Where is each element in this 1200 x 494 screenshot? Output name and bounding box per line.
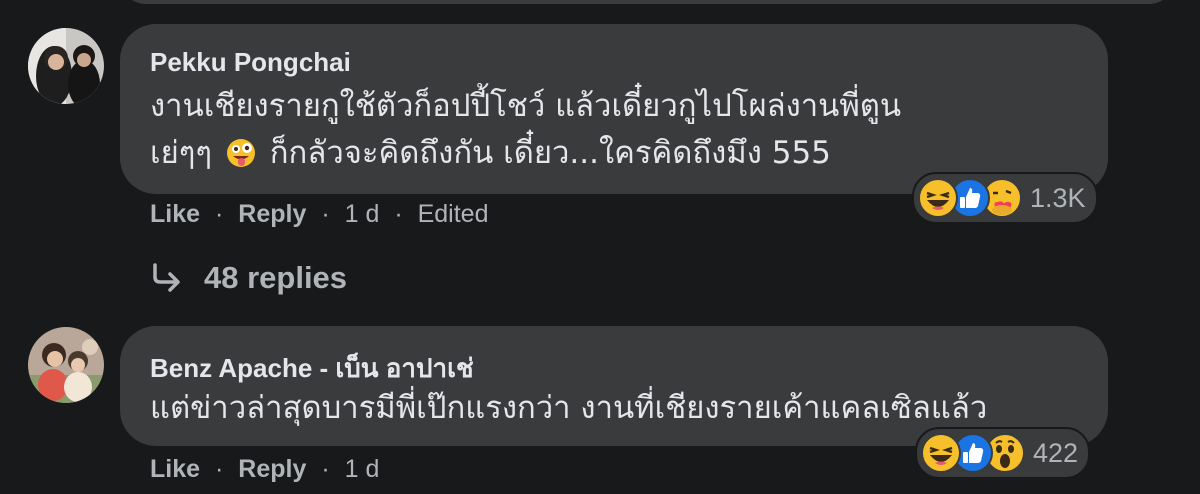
comment-text-line-1: แต่ข่าวล่าสุดบารมีพี่เป๊กแรงกว่า งานที่เ…	[150, 390, 988, 426]
separator: ·	[214, 200, 224, 228]
separator: ·	[321, 455, 330, 483]
comment-text-line-1: งานเชียงรายกูใช้ตัวก็อปปี้โชว์ แล้วเดี๋ย…	[150, 88, 902, 124]
comment-text-part-b: ก็กลัวจะคิดถึงกัน เดี๋ยว...ใครคิดถึงมึง …	[269, 135, 831, 171]
timestamp[interactable]: 1 d	[345, 455, 380, 483]
reply-link[interactable]: Reply	[238, 200, 306, 228]
comment-text-line-2: เย่ๆๆ ก็กลัวจะคิดถึงกัน เดี๋ยว...ใครคิดถ…	[150, 131, 831, 175]
comment-author[interactable]: Pekku Pongchai	[150, 47, 351, 78]
comment-text-part-a: เย่ๆๆ	[150, 135, 213, 171]
previous-comment-bubble	[120, 0, 1175, 4]
comment-actions: Like · Reply · 1 d	[150, 455, 379, 484]
like-link[interactable]: Like	[150, 455, 200, 483]
reaction-summary[interactable]: 1.3K	[912, 172, 1098, 224]
reaction-summary[interactable]: 422	[915, 427, 1091, 479]
haha-icon	[918, 178, 958, 218]
reaction-count: 1.3K	[1030, 182, 1086, 213]
avatar[interactable]	[28, 327, 104, 403]
like-link[interactable]: Like	[150, 200, 200, 228]
zany-face-icon	[226, 136, 256, 167]
separator: ·	[394, 200, 403, 228]
comment-author[interactable]: Benz Apache - เบ็น อาปาเช่	[150, 348, 474, 389]
timestamp[interactable]: 1 d	[345, 200, 380, 228]
comment-actions: Like · Reply · 1 d · Edited	[150, 200, 488, 229]
separator: ·	[214, 455, 224, 483]
view-replies-button[interactable]: 48 replies	[150, 256, 347, 300]
avatar[interactable]	[28, 28, 104, 104]
edited-label[interactable]: Edited	[418, 200, 489, 228]
reply-link[interactable]: Reply	[238, 455, 306, 483]
haha-icon	[921, 433, 961, 473]
reaction-count: 422	[1033, 437, 1079, 468]
replies-label: 48 replies	[204, 260, 348, 295]
separator: ·	[321, 200, 330, 228]
reply-arrow-icon	[150, 261, 184, 295]
